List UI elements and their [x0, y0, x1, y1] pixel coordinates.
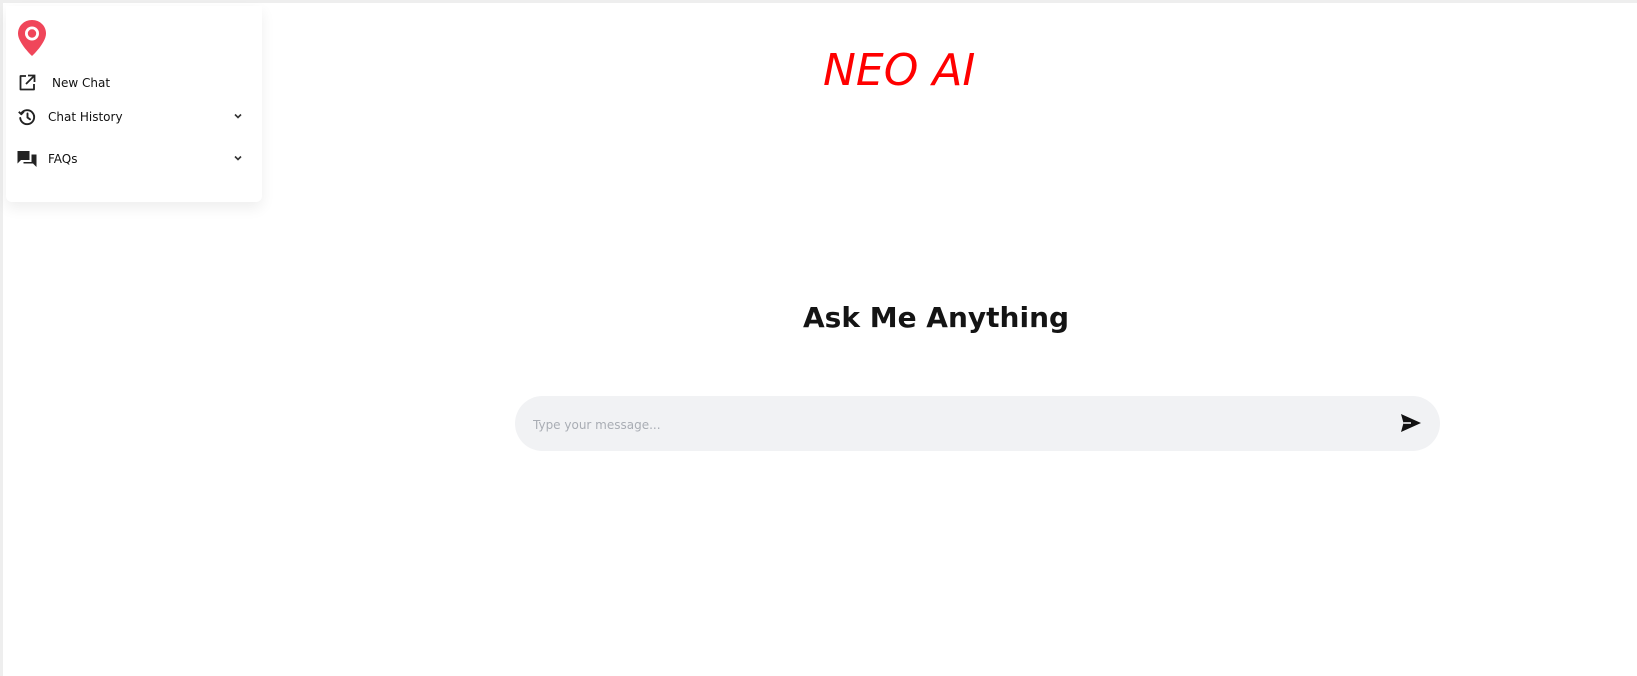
- message-input[interactable]: [531, 396, 1375, 453]
- sidebar-item-faqs[interactable]: FAQs: [16, 144, 254, 174]
- sidebar-item-new-chat[interactable]: New Chat: [16, 68, 254, 98]
- chat-bubbles-icon: [16, 148, 38, 170]
- send-button[interactable]: [1398, 411, 1424, 437]
- send-icon: [1399, 412, 1423, 437]
- app-window: New Chat Chat History FAQs NEO AI Ask Me…: [0, 0, 1637, 676]
- sidebar-item-chat-history[interactable]: Chat History: [16, 102, 254, 132]
- brand-title: NEO AI: [823, 45, 976, 96]
- sidebar: New Chat Chat History FAQs: [6, 6, 262, 202]
- message-composer: [515, 396, 1440, 453]
- sidebar-item-label: FAQs: [48, 152, 78, 166]
- location-pin-icon[interactable]: [15, 18, 49, 58]
- page-headline: Ask Me Anything: [803, 301, 1070, 334]
- history-icon: [16, 106, 38, 128]
- sidebar-item-label: New Chat: [52, 76, 111, 90]
- chevron-down-icon[interactable]: [232, 152, 244, 164]
- sidebar-item-label: Chat History: [48, 110, 123, 124]
- chevron-down-icon[interactable]: [232, 110, 244, 122]
- external-edit-icon: [16, 72, 38, 94]
